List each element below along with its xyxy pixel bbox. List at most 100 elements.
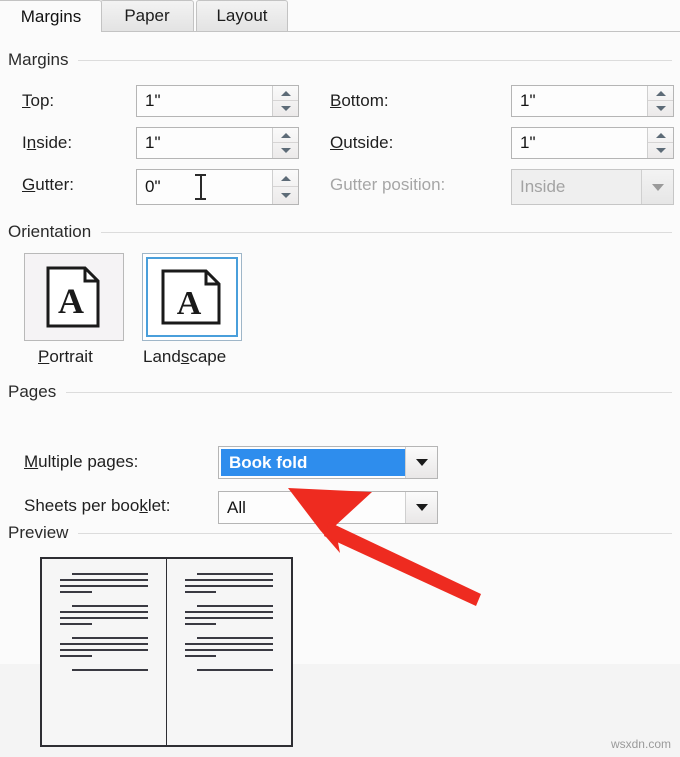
preview-line [60,655,92,657]
tabstrip-filler [290,0,680,31]
inside-margin-decrement-button[interactable] [273,143,298,158]
sheets-per-booklet-combo[interactable]: All [218,491,438,524]
outside-label: Outside: [330,133,394,152]
gutter-decrement-button[interactable] [273,187,298,204]
multiple-pages-dropdown-button[interactable] [405,447,437,478]
bottom-margin-decrement-button[interactable] [648,101,673,116]
page-setup-dialog: Layout Paper Margins Margins Top: Inside… [0,0,680,757]
triangle-down-icon [655,148,666,153]
gutter-spinbox[interactable]: 0" [136,169,299,205]
pages-group-header: Pages [8,382,672,402]
pages-group-rule [66,391,672,393]
preview-line [184,623,217,625]
svg-text:A: A [177,285,202,322]
multiple-pages-combo[interactable]: Book fold [218,446,438,479]
bottom-label: Bottom: [330,91,389,110]
top-margin-spinbox[interactable]: 1" [136,85,299,117]
triangle-down-icon [280,193,291,198]
tab-layout[interactable]: Layout [196,0,288,31]
outside-margin-increment-button[interactable] [648,128,673,143]
outside-margin-decrement-button[interactable] [648,143,673,158]
preview-page-right [167,559,292,745]
triangle-down-icon [655,106,666,111]
preview-line [72,573,148,575]
preview-line [60,643,148,645]
inside-label: Inside: [22,133,73,152]
outside-margin-value[interactable]: 1" [512,128,647,158]
page-a-icon: A [161,269,221,325]
watermark-text: wsxdn.com [610,737,671,751]
chevron-down-icon [415,459,428,466]
multiple-pages-value[interactable]: Book fold [221,449,405,476]
preview-paragraph [185,669,273,671]
orientation-group-header: Orientation [8,222,672,242]
sheets-per-booklet-dropdown-button[interactable] [405,492,437,523]
preview-line [184,591,217,593]
inside-margin-value[interactable]: 1" [137,128,272,158]
preview-line [72,605,148,607]
margins-group-rule [78,59,672,61]
preview-line [72,669,148,671]
preview-line [60,617,148,619]
gutter-increment-button[interactable] [273,170,298,187]
preview-line [184,643,273,645]
tab-layout-label: Layout [216,6,268,25]
top-margin-spin-buttons[interactable] [272,86,298,116]
preview-paragraph [60,573,148,593]
tab-margins[interactable]: Margins [0,0,102,32]
inside-margin-spinbox[interactable]: 1" [136,127,299,159]
top-margin-increment-button[interactable] [273,86,298,101]
gutter-position-label: Gutter position: [330,175,446,194]
preview-group-rule [78,532,672,534]
preview-line [184,611,273,613]
bottom-margin-increment-button[interactable] [648,86,673,101]
preview-line [184,585,273,587]
preview-page-left [42,559,167,745]
svg-text:A: A [58,281,84,321]
preview-line [184,649,273,651]
preview-line [184,655,217,657]
triangle-up-icon [655,132,666,138]
outside-margin-spin-buttons[interactable] [647,128,673,158]
triangle-up-icon [655,90,666,96]
bottom-margin-value[interactable]: 1" [512,86,647,116]
outside-margin-spinbox[interactable]: 1" [511,127,674,159]
sheets-per-booklet-label: Sheets per booklet: [24,496,171,515]
gutter-position-combo[interactable]: Inside [511,169,674,205]
tabstrip: Layout Paper Margins [0,0,680,32]
margins-group-header: Margins [8,50,672,70]
bottom-margin-spinbox[interactable]: 1" [511,85,674,117]
preview-paragraph [184,637,273,657]
gutter-position-value: Inside [520,177,566,196]
preview-line [60,611,148,613]
tab-paper-label: Paper [124,6,170,25]
triangle-up-icon [280,175,291,181]
top-margin-decrement-button[interactable] [273,101,298,116]
gutter-position-dropdown-button[interactable] [641,170,673,204]
chevron-down-icon [651,183,664,191]
orientation-landscape-label: Landscape [143,347,227,366]
orientation-portrait-button[interactable]: A [24,253,124,341]
tab-paper[interactable]: Paper [100,0,194,31]
preview-paragraph [184,573,273,593]
chevron-down-icon [415,504,428,511]
pages-group-title: Pages [8,382,57,401]
sheets-per-booklet-value[interactable]: All [219,492,405,523]
top-label: Top: [22,91,55,110]
top-margin-value[interactable]: 1" [137,86,272,116]
bottom-margin-spin-buttons[interactable] [647,86,673,116]
preview-line [60,649,148,651]
tabstrip-underline [100,31,680,32]
orientation-group-title: Orientation [8,222,92,241]
preview-group-title: Preview [8,523,69,542]
i-beam-cursor-icon [195,174,206,200]
inside-margin-spin-buttons[interactable] [272,128,298,158]
orientation-landscape-button[interactable]: A [142,253,242,341]
inside-margin-increment-button[interactable] [273,128,298,143]
gutter-spin-buttons[interactable] [272,170,298,204]
margins-group-title: Margins [8,50,69,69]
tab-margins-label: Margins [20,6,82,26]
preview-paragraph [184,605,273,625]
triangle-up-icon [280,90,291,96]
preview-line [196,573,273,575]
